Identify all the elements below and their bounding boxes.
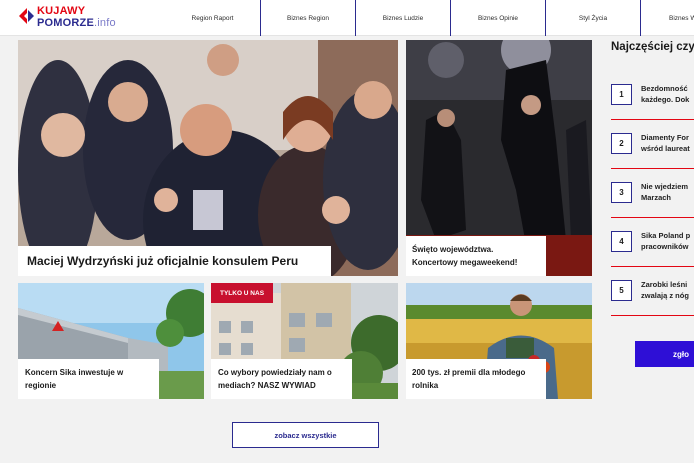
- logo-line-2: POMORZE.info: [37, 17, 116, 29]
- article-concert-title-2: Koncertowy megaweekend!: [412, 258, 518, 267]
- site-logo[interactable]: KUJAWY POMORZE.info: [18, 5, 128, 31]
- most-read-item[interactable]: 4 Sika Poland p pracowników: [611, 219, 694, 267]
- article-sika-title-1: Koncern Sika inwestuje w: [25, 368, 124, 377]
- rank-title: Diamenty For wśród laureat: [641, 133, 690, 153]
- most-read-item[interactable]: 1 Bezdomność każdego. Dok: [611, 72, 694, 120]
- rank-title: Zarobki leśni zwalają z nóg: [641, 280, 689, 300]
- article-sika-caption: Koncern Sika inwestuje w regionie: [18, 359, 159, 399]
- logo-suffix: .info: [94, 17, 116, 29]
- see-all-button[interactable]: zobacz wszystkie: [232, 422, 379, 448]
- article-premia-title-1: 200 tys. zł premii dla młodego: [412, 368, 526, 377]
- rank-number: 4: [611, 231, 632, 252]
- exclusive-badge: TYLKO U NAS: [211, 283, 273, 303]
- rank-title: Sika Poland p pracowników: [641, 231, 691, 251]
- most-read-item[interactable]: 5 Zarobki leśni zwalają z nóg: [611, 268, 694, 316]
- article-main-title: Maciej Wydrzyński już oficjalnie konsule…: [27, 254, 299, 268]
- logo-line-1: KUJAWY: [37, 5, 86, 17]
- main-nav: Region Raport Biznes Region Biznes Ludzi…: [165, 0, 694, 36]
- nav-styl-zycia[interactable]: Styl Życia: [545, 0, 640, 36]
- article-main-caption: Maciej Wydrzyński już oficjalnie konsule…: [18, 246, 331, 276]
- most-read-item[interactable]: 3 Nie wjedziem Marzach: [611, 170, 694, 218]
- report-button[interactable]: zgło: [635, 341, 694, 367]
- nav-biznes-opinie[interactable]: Biznes Opinie: [450, 0, 545, 36]
- logo-mark-icon: [19, 8, 34, 24]
- most-read-item[interactable]: 2 Diamenty For wśród laureat: [611, 121, 694, 169]
- nav-region-raport[interactable]: Region Raport: [165, 0, 260, 36]
- most-read-title: Najczęściej czy: [611, 41, 694, 53]
- nav-biznes-ludzie[interactable]: Biznes Ludzie: [355, 0, 450, 36]
- article-concert-caption: Święto województwa. Koncertowy megaweeke…: [406, 236, 546, 276]
- rank-number: 1: [611, 84, 632, 105]
- article-concert-title-1: Święto województwa.: [412, 245, 494, 254]
- rank-number: 2: [611, 133, 632, 154]
- nav-biznes-region[interactable]: Biznes Region: [260, 0, 355, 36]
- nav-biznes-wsparcie[interactable]: Biznes Wspar: [640, 0, 694, 36]
- ceremony-photo: [18, 40, 398, 276]
- article-wybory-title-2: mediach? NASZ WYWIAD: [218, 381, 316, 390]
- article-premia-caption: 200 tys. zł premii dla młodego rolnika: [406, 359, 546, 399]
- site-header: KUJAWY POMORZE.info Region Raport Biznes…: [0, 0, 694, 36]
- article-main[interactable]: Maciej Wydrzyński już oficjalnie konsule…: [18, 40, 398, 276]
- rank-title: Nie wjedziem Marzach: [641, 182, 689, 202]
- article-wybory-title-1: Co wybory powiedziały nam o: [218, 368, 332, 377]
- article-sika[interactable]: Koncern Sika inwestuje w regionie: [18, 283, 204, 399]
- rank-number: 5: [611, 280, 632, 301]
- article-wybory-caption: Co wybory powiedziały nam o mediach? NAS…: [211, 359, 352, 399]
- article-sika-title-2: regionie: [25, 381, 57, 390]
- article-premia[interactable]: 200 tys. zł premii dla młodego rolnika: [406, 283, 592, 399]
- article-premia-title-2: rolnika: [412, 381, 439, 390]
- rank-title: Bezdomność każdego. Dok: [641, 84, 690, 104]
- article-concert[interactable]: Święto województwa. Koncertowy megaweeke…: [406, 40, 592, 276]
- rank-number: 3: [611, 182, 632, 203]
